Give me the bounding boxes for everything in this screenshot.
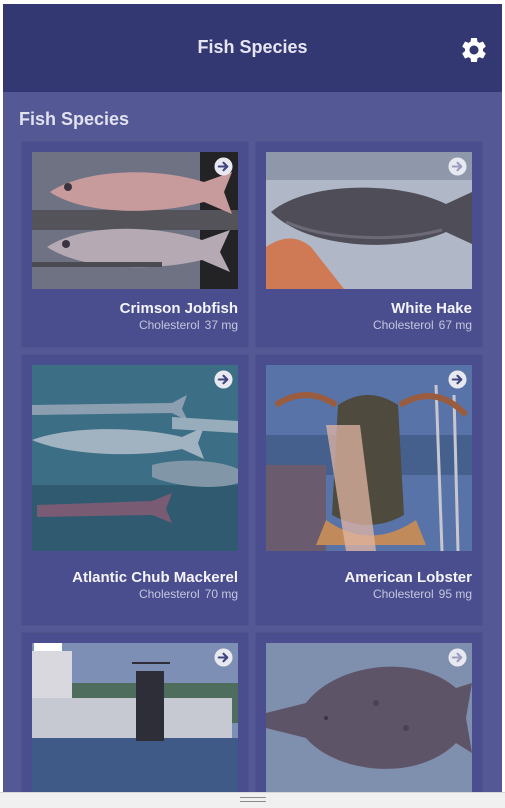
species-photo: [32, 152, 238, 289]
species-name: American Lobster: [344, 569, 472, 586]
bottom-bar: [0, 792, 505, 808]
arrow-right-circle-icon: [214, 157, 233, 176]
species-photo: [32, 365, 238, 551]
arrow-right-circle-icon: [448, 648, 467, 667]
app-screen: Fish Species Fish Species Crimson Jobfis…: [3, 4, 502, 792]
nutrient-value: 67 mg: [438, 318, 472, 332]
arrow-right-circle-icon: [448, 157, 467, 176]
nutrient-value: 95 mg: [438, 587, 472, 601]
arrow-right-circle-icon: [214, 648, 233, 667]
nutrient-label: Cholesterol: [138, 587, 200, 601]
species-card[interactable]: White Hake Cholesterol 67 mg: [256, 142, 482, 347]
species-photo: [266, 643, 472, 792]
species-card[interactable]: Atlantic Chub Mackerel Cholesterol 70 mg: [22, 355, 248, 625]
species-photo: [266, 365, 472, 551]
nutrient-label: Cholesterol: [372, 587, 434, 601]
section-title: Fish Species: [19, 109, 130, 129]
nutrient-label: Cholesterol: [138, 318, 200, 332]
species-cholesterol: Cholesterol 95 mg: [373, 587, 472, 601]
app-bar-title: Fish Species: [197, 37, 308, 57]
drag-handle-line: [240, 797, 266, 798]
species-card[interactable]: [22, 633, 248, 792]
species-cholesterol: Cholesterol 37 mg: [139, 318, 238, 332]
gear-icon: [462, 38, 486, 62]
nutrient-value: 37 mg: [204, 318, 238, 332]
drag-handle-line: [240, 801, 266, 802]
app-bar: Fish Species: [3, 4, 502, 92]
species-card[interactable]: Crimson Jobfish Cholesterol 37 mg: [22, 142, 248, 347]
arrow-right-circle-icon: [448, 370, 467, 389]
species-card[interactable]: American Lobster Cholesterol 95 mg: [256, 355, 482, 625]
species-photo: [32, 643, 238, 792]
settings-button[interactable]: [459, 35, 489, 65]
species-cholesterol: Cholesterol 70 mg: [139, 587, 238, 601]
species-photo: [266, 152, 472, 289]
species-name: White Hake: [391, 300, 472, 317]
arrow-right-circle-icon: [214, 370, 233, 389]
drag-handle[interactable]: [240, 797, 266, 803]
nutrient-value: 70 mg: [204, 587, 238, 601]
species-name: Crimson Jobfish: [119, 300, 238, 317]
nutrient-label: Cholesterol: [372, 318, 434, 332]
species-card[interactable]: [256, 633, 482, 792]
species-cholesterol: Cholesterol 67 mg: [373, 318, 472, 332]
species-name: Atlantic Chub Mackerel: [72, 569, 238, 586]
